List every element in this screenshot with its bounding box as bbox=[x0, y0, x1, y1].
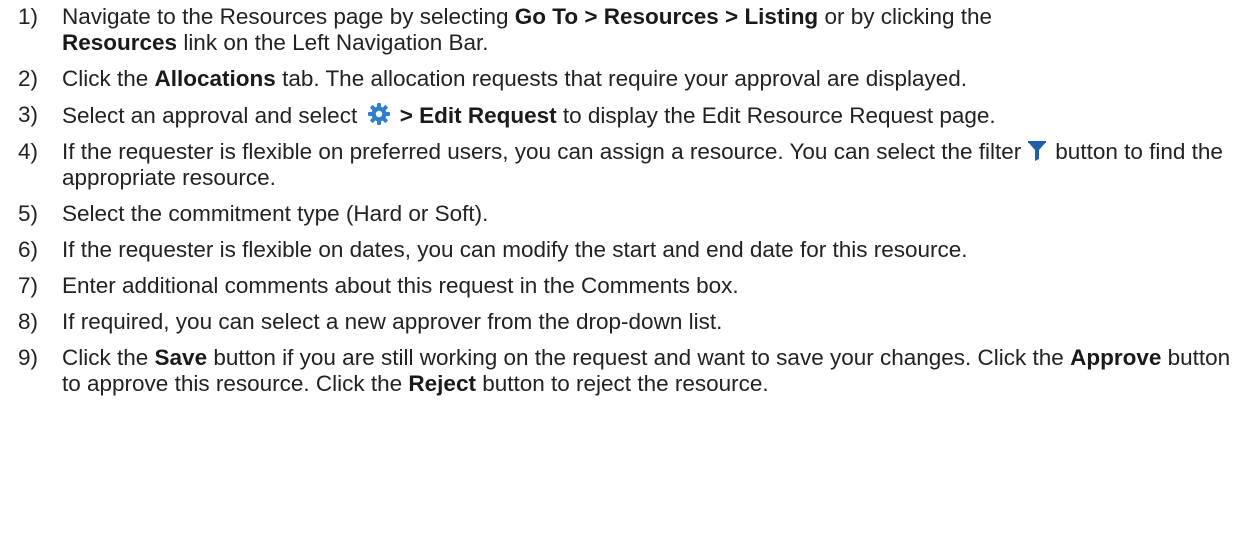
step-text: Navigate to the Resources page by select… bbox=[62, 4, 515, 29]
step-bold-text: Go To > Resources > Listing bbox=[514, 4, 819, 29]
step-4: 4) If the requester is flexible on prefe… bbox=[18, 139, 1240, 191]
filter-icon bbox=[1027, 140, 1047, 162]
step-text: If the requester is flexible on preferre… bbox=[62, 139, 1022, 164]
step-bold-text: Save bbox=[154, 345, 208, 370]
step-text: button to reject the resource. bbox=[475, 371, 769, 396]
step-number: 9) bbox=[18, 345, 39, 370]
step-number: 2) bbox=[18, 66, 39, 91]
step-5: 5) Select the commitment type (Hard or S… bbox=[18, 201, 1240, 227]
step-text: to display the Edit Resource Request pag… bbox=[556, 103, 996, 128]
step-number: 6) bbox=[18, 237, 39, 262]
step-1: 1) Navigate to the Resources page by sel… bbox=[18, 4, 1240, 56]
instructions-document: 1) Navigate to the Resources page by sel… bbox=[0, 0, 1260, 546]
step-6: 6) If the requester is flexible on dates… bbox=[18, 237, 1240, 263]
step-text: Select the commitment type (Hard or Soft… bbox=[62, 201, 489, 226]
step-text: link on the Left Navigation Bar. bbox=[177, 30, 489, 55]
step-2: 2) Click the Allocations tab. The alloca… bbox=[18, 66, 1240, 92]
step-number: 4) bbox=[18, 139, 39, 164]
step-text: Click the bbox=[62, 66, 155, 91]
step-number: 1) bbox=[18, 4, 39, 29]
step-8: 8) If required, you can select a new app… bbox=[18, 309, 1240, 335]
step-3: 3) Select an approval and select > Edit … bbox=[18, 102, 1240, 129]
step-bold-text: Resources bbox=[62, 30, 178, 55]
step-text: or by clicking the bbox=[818, 4, 993, 29]
step-text: If required, you can select a new approv… bbox=[62, 309, 723, 334]
step-text: Enter additional comments about this req… bbox=[62, 273, 739, 298]
step-bold-text: Approve bbox=[1070, 345, 1162, 370]
step-text: tab. The allocation requests that requir… bbox=[275, 66, 968, 91]
step-number: 5) bbox=[18, 201, 39, 226]
step-7: 7) Enter additional comments about this … bbox=[18, 273, 1240, 299]
step-text: If the requester is flexible on dates, y… bbox=[62, 237, 968, 262]
step-bold-text: Reject bbox=[408, 371, 476, 396]
step-text: Click the bbox=[62, 345, 155, 370]
step-bold-text: > Edit Request bbox=[393, 103, 557, 128]
gear-icon bbox=[367, 102, 391, 126]
step-bold-text: Allocations bbox=[154, 66, 276, 91]
step-text: button if you are still working on the r… bbox=[207, 345, 1071, 370]
steps-list: 1) Navigate to the Resources page by sel… bbox=[18, 4, 1240, 397]
step-text: Select an approval and select bbox=[62, 103, 364, 128]
step-number: 7) bbox=[18, 273, 39, 298]
step-number: 8) bbox=[18, 309, 39, 334]
step-number: 3) bbox=[18, 102, 39, 127]
step-9: 9) Click the Save button if you are stil… bbox=[18, 345, 1240, 397]
